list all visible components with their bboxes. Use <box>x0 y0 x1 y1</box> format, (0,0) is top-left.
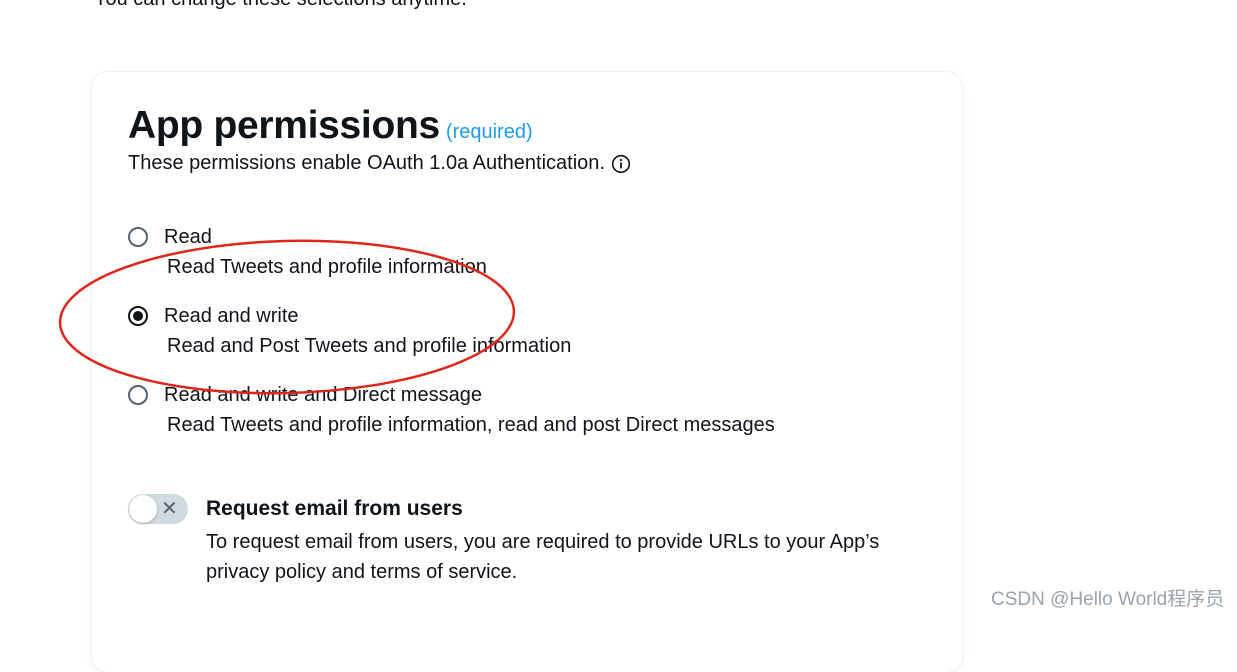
email-toggle-label: Request email from users <box>206 497 463 520</box>
radio-read[interactable] <box>128 227 148 247</box>
toggle-knob <box>129 495 157 523</box>
subtitle-text: These permissions enable OAuth 1.0a Auth… <box>128 152 605 174</box>
watermark: CSDN @Hello World程序员 <box>991 589 1225 610</box>
radio-read-write-dm[interactable] <box>128 385 148 405</box>
option-label: Read and write <box>164 305 299 327</box>
option-description: Read and Post Tweets and profile informa… <box>167 335 572 357</box>
title-row: App permissions (required) <box>128 104 533 148</box>
option-description: Read Tweets and profile information, rea… <box>167 414 775 436</box>
option-description: Read Tweets and profile information <box>167 256 487 278</box>
info-icon[interactable] <box>611 154 631 174</box>
radio-read-write[interactable] <box>128 306 148 326</box>
app-permissions-card: App permissions (required) These permissi… <box>92 72 962 672</box>
option-label: Read <box>164 226 212 248</box>
required-tag: (required) <box>445 121 533 143</box>
selection-note: You can change these selections anytime. <box>94 0 467 11</box>
page-title: App permissions <box>128 104 440 147</box>
close-icon: ✕ <box>161 498 178 520</box>
permissions-subtitle: These permissions enable OAuth 1.0a Auth… <box>128 152 631 175</box>
option-label: Read and write and Direct message <box>164 384 482 406</box>
email-toggle-description: To request email from users, you are req… <box>206 531 880 583</box>
email-toggle[interactable]: ✕ <box>128 494 188 524</box>
